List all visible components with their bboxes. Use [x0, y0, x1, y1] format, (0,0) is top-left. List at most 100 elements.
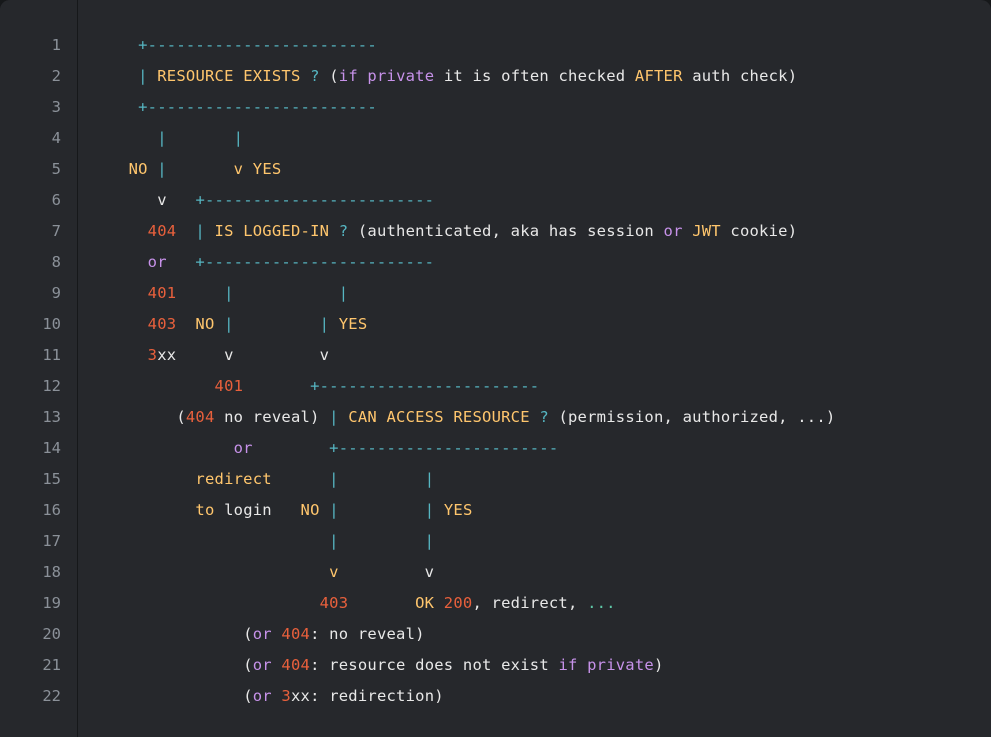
code-token: login	[224, 501, 272, 519]
code-line[interactable]: +------------------------	[119, 30, 991, 61]
code-token	[320, 501, 330, 519]
code-token: CAN ACCESS RESOURCE	[348, 408, 529, 426]
code-token	[119, 470, 195, 488]
code-token	[119, 377, 215, 395]
code-token	[272, 501, 301, 519]
code-line[interactable]: (or 3xx: redirection)	[119, 681, 991, 712]
code-token	[119, 222, 148, 240]
code-line[interactable]: v +------------------------	[119, 185, 991, 216]
code-line[interactable]: to login NO | | YES	[119, 495, 991, 526]
code-line[interactable]: +------------------------	[119, 92, 991, 123]
code-token	[119, 408, 176, 426]
code-token: 3	[148, 346, 158, 364]
code-token	[167, 160, 234, 178]
code-token: YES	[444, 501, 473, 519]
code-token: ?	[539, 408, 549, 426]
code-token	[148, 67, 158, 85]
code-token	[339, 563, 425, 581]
code-token: |	[329, 470, 339, 488]
code-token: xx	[157, 346, 176, 364]
code-line[interactable]: v v	[119, 557, 991, 588]
code-line[interactable]: 404 | IS LOGGED-IN ? (authenticated, aka…	[119, 216, 991, 247]
code-token	[272, 625, 282, 643]
code-token: IS LOGGED-IN	[215, 222, 330, 240]
line-number: 1	[1, 30, 61, 61]
code-line[interactable]: | |	[119, 526, 991, 557]
code-token: if private	[339, 67, 435, 85]
code-token: OK	[415, 594, 434, 612]
code-line[interactable]: NO | v YES	[119, 154, 991, 185]
code-token: or	[253, 656, 272, 674]
code-token: or	[664, 222, 683, 240]
code-token	[339, 408, 349, 426]
code-block: 12345678910111213141516171819202122 +---…	[0, 0, 991, 737]
code-token: xx	[291, 687, 310, 705]
code-token: )	[654, 656, 664, 674]
code-token: |	[157, 160, 167, 178]
line-number: 9	[1, 278, 61, 309]
code-line[interactable]: (or 404: no reveal)	[119, 619, 991, 650]
code-token: 404	[281, 625, 310, 643]
code-token: |	[329, 408, 339, 426]
code-token: |	[329, 532, 339, 550]
code-token	[339, 470, 425, 488]
code-token	[119, 501, 195, 519]
code-line[interactable]: (or 404: resource does not exist if priv…	[119, 650, 991, 681]
code-token	[339, 501, 425, 519]
code-token: v	[329, 563, 339, 581]
code-line[interactable]: (404 no reveal) | CAN ACCESS RESOURCE ? …	[119, 402, 991, 433]
code-token: AFTER	[635, 67, 683, 85]
code-line[interactable]: 3xx v v	[119, 340, 991, 371]
code-token	[119, 687, 243, 705]
code-token	[253, 439, 329, 457]
code-token: auth check)	[683, 67, 798, 85]
code-token: |	[157, 129, 167, 147]
line-number: 18	[1, 557, 61, 588]
code-token: 404	[186, 408, 215, 426]
code-token	[176, 222, 195, 240]
code-token: v	[425, 563, 435, 581]
code-token: ...	[587, 594, 616, 612]
code-token: : no reveal)	[310, 625, 425, 643]
code-token	[119, 439, 234, 457]
code-line[interactable]: redirect | |	[119, 464, 991, 495]
code-token: +-----------------------	[310, 377, 539, 395]
code-token: v YES	[234, 160, 282, 178]
code-token	[176, 346, 224, 364]
code-token: v	[320, 346, 330, 364]
code-line[interactable]: 401 | |	[119, 278, 991, 309]
code-line[interactable]: 403 OK 200, redirect, ...	[119, 588, 991, 619]
code-token: 401	[148, 284, 177, 302]
code-token	[683, 222, 693, 240]
code-token	[119, 36, 138, 54]
code-token	[215, 501, 225, 519]
code-line[interactable]: | |	[119, 123, 991, 154]
code-token	[339, 532, 425, 550]
code-token	[119, 284, 148, 302]
code-token: or	[234, 439, 253, 457]
code-token: 200	[444, 594, 473, 612]
code-token: 404	[148, 222, 177, 240]
code-token	[119, 129, 157, 147]
code-token	[348, 594, 415, 612]
code-token	[119, 563, 329, 581]
line-number: 13	[1, 402, 61, 433]
code-token: v	[157, 191, 167, 209]
code-line[interactable]: | RESOURCE EXISTS ? (if private it is of…	[119, 61, 991, 92]
code-token: ?	[339, 222, 349, 240]
code-line[interactable]: or +-----------------------	[119, 433, 991, 464]
code-line[interactable]: 403 NO | | YES	[119, 309, 991, 340]
code-token	[320, 67, 330, 85]
code-line[interactable]: 401 +-----------------------	[119, 371, 991, 402]
line-number: 19	[1, 588, 61, 619]
code-token	[215, 315, 225, 333]
code-token: |	[425, 532, 435, 550]
code-line[interactable]: or +------------------------	[119, 247, 991, 278]
line-number: 11	[1, 340, 61, 371]
code-token: |	[339, 284, 349, 302]
code-token: YES	[339, 315, 368, 333]
code-content-area[interactable]: +------------------------ | RESOURCE EXI…	[119, 30, 991, 737]
code-token	[148, 160, 158, 178]
line-number: 16	[1, 495, 61, 526]
code-token: 403	[148, 315, 177, 333]
